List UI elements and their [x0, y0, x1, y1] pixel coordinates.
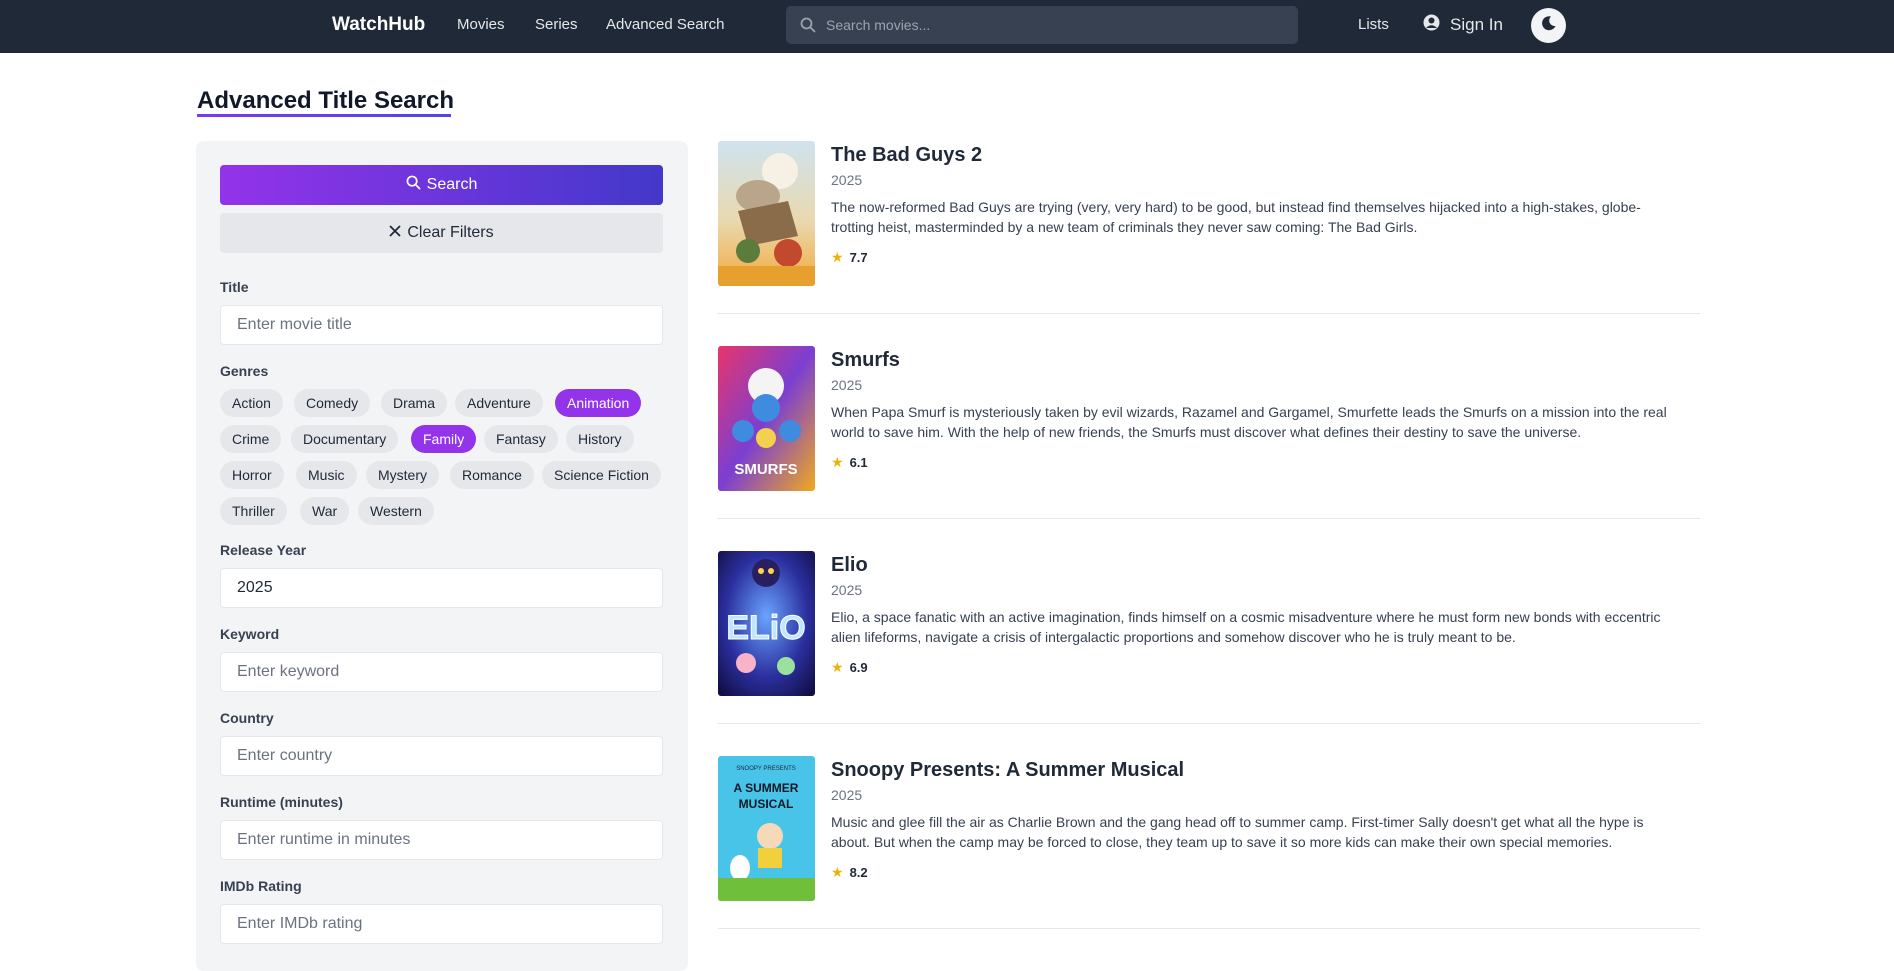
sign-in-label: Sign In	[1450, 15, 1503, 34]
genre-chip-action[interactable]: Action	[220, 389, 283, 417]
search-icon	[406, 175, 421, 195]
genre-chip-documentary[interactable]: Documentary	[291, 425, 399, 453]
rating-value: 6.1	[849, 455, 868, 470]
top-navbar: WatchHub Movies Series Advanced Search L…	[0, 0, 1894, 53]
keyword-input[interactable]	[220, 652, 663, 692]
star-icon: ★	[831, 864, 844, 880]
user-circle-icon	[1423, 14, 1440, 36]
poster-top-text: SNOOPY PRESENTS	[736, 766, 796, 772]
result-year: 2025	[831, 787, 863, 803]
result-description: Music and glee fill the air as Charlie B…	[831, 814, 1644, 850]
result-description: When Papa Smurf is mysteriously taken by…	[831, 404, 1667, 440]
rating-value: 6.9	[849, 660, 868, 675]
navbar-search-input[interactable]	[826, 6, 1286, 44]
nav-link-series[interactable]: Series	[535, 16, 578, 33]
result-rating: ★ 6.9	[831, 659, 868, 676]
keyword-label: Keyword	[220, 626, 280, 642]
genre-chip-music[interactable]: Music	[296, 461, 357, 489]
genre-chip-western[interactable]: Western	[358, 497, 434, 525]
genre-chip-thriller[interactable]: Thriller	[220, 497, 287, 525]
star-icon: ★	[831, 454, 844, 470]
navbar-search	[786, 6, 1298, 44]
genre-chip-drama[interactable]: Drama	[381, 389, 448, 417]
genre-chip-science-fiction[interactable]: Science Fiction	[542, 461, 661, 489]
result-rating: ★ 8.2	[831, 864, 868, 881]
genre-chip-adventure[interactable]: Adventure	[455, 389, 543, 417]
release-year-input[interactable]	[220, 568, 663, 608]
filter-sidebar: Search Clear Filters Title Genres Action…	[196, 141, 688, 971]
result-year: 2025	[831, 377, 863, 393]
genre-chip-horror[interactable]: Horror	[220, 461, 284, 489]
genre-chip-romance[interactable]: Romance	[450, 461, 534, 489]
genre-chip-comedy[interactable]: Comedy	[294, 389, 371, 417]
country-input[interactable]	[220, 736, 663, 776]
result-title[interactable]: The Bad Guys 2	[831, 144, 982, 167]
star-icon: ★	[831, 659, 844, 675]
result-divider	[718, 518, 1700, 519]
poster-title-text: MUSICAL	[739, 797, 794, 811]
nav-link-lists[interactable]: Lists	[1358, 16, 1389, 33]
poster-image[interactable]: SNOOPY PRESENTS A SUMMER MUSICAL	[718, 756, 815, 901]
poster-image[interactable]: SMURFS	[718, 346, 815, 491]
poster-title-text: SMURFS	[734, 461, 797, 478]
nav-link-advanced-search[interactable]: Advanced Search	[606, 16, 724, 33]
result-divider	[718, 723, 1700, 724]
result-description: Elio, a space fanatic with an active ima…	[831, 609, 1661, 645]
result-divider	[718, 313, 1700, 314]
release-year-label: Release Year	[220, 542, 307, 558]
genre-chip-fantasy[interactable]: Fantasy	[484, 425, 558, 453]
result-year: 2025	[831, 582, 863, 598]
genre-chip-war[interactable]: War	[300, 497, 350, 525]
poster-image[interactable]	[718, 141, 815, 286]
clear-filters-button[interactable]: Clear Filters	[220, 213, 663, 253]
result-description: The now-reformed Bad Guys are trying (ve…	[831, 199, 1641, 235]
title-label: Title	[220, 279, 249, 295]
poster-title-text: ELiO	[726, 609, 805, 647]
poster-title-text: A SUMMER	[734, 781, 799, 795]
genre-chip-history[interactable]: History	[566, 425, 634, 453]
result-divider	[718, 928, 1700, 929]
result-rating: ★ 6.1	[831, 454, 868, 471]
brand-logo[interactable]: WatchHub	[332, 14, 425, 36]
clear-filters-label: Clear Filters	[407, 224, 494, 241]
page-title: Advanced Title Search	[197, 87, 454, 114]
rating-value: 8.2	[849, 865, 868, 880]
imdb-rating-input[interactable]	[220, 904, 663, 944]
sign-in-button[interactable]: Sign In	[1423, 14, 1503, 36]
genre-chip-crime[interactable]: Crime	[220, 425, 282, 453]
genre-chip-animation[interactable]: Animation	[555, 389, 642, 417]
genres-label: Genres	[220, 363, 269, 379]
theme-toggle-button[interactable]	[1531, 8, 1566, 43]
result-title[interactable]: Elio	[831, 554, 868, 577]
runtime-input[interactable]	[220, 820, 663, 860]
result-rating: ★ 7.7	[831, 249, 868, 266]
search-button-label: Search	[426, 176, 478, 193]
result-year: 2025	[831, 172, 863, 188]
result-title[interactable]: Snoopy Presents: A Summer Musical	[831, 759, 1184, 782]
star-icon: ★	[831, 249, 844, 265]
rating-value: 7.7	[849, 250, 868, 265]
result-title[interactable]: Smurfs	[831, 349, 900, 372]
search-button[interactable]: Search	[220, 165, 663, 205]
search-icon	[800, 17, 816, 38]
poster-image[interactable]: ELiO	[718, 551, 815, 696]
title-input[interactable]	[220, 305, 663, 345]
title-underline	[197, 114, 451, 117]
genre-chip-mystery[interactable]: Mystery	[366, 461, 439, 489]
country-label: Country	[220, 710, 274, 726]
nav-link-movies[interactable]: Movies	[457, 16, 505, 33]
moon-icon	[1541, 15, 1557, 36]
runtime-label: Runtime (minutes)	[220, 794, 343, 810]
imdb-rating-label: IMDb Rating	[220, 878, 302, 894]
genre-chip-family[interactable]: Family	[411, 425, 477, 453]
close-icon	[389, 224, 402, 242]
